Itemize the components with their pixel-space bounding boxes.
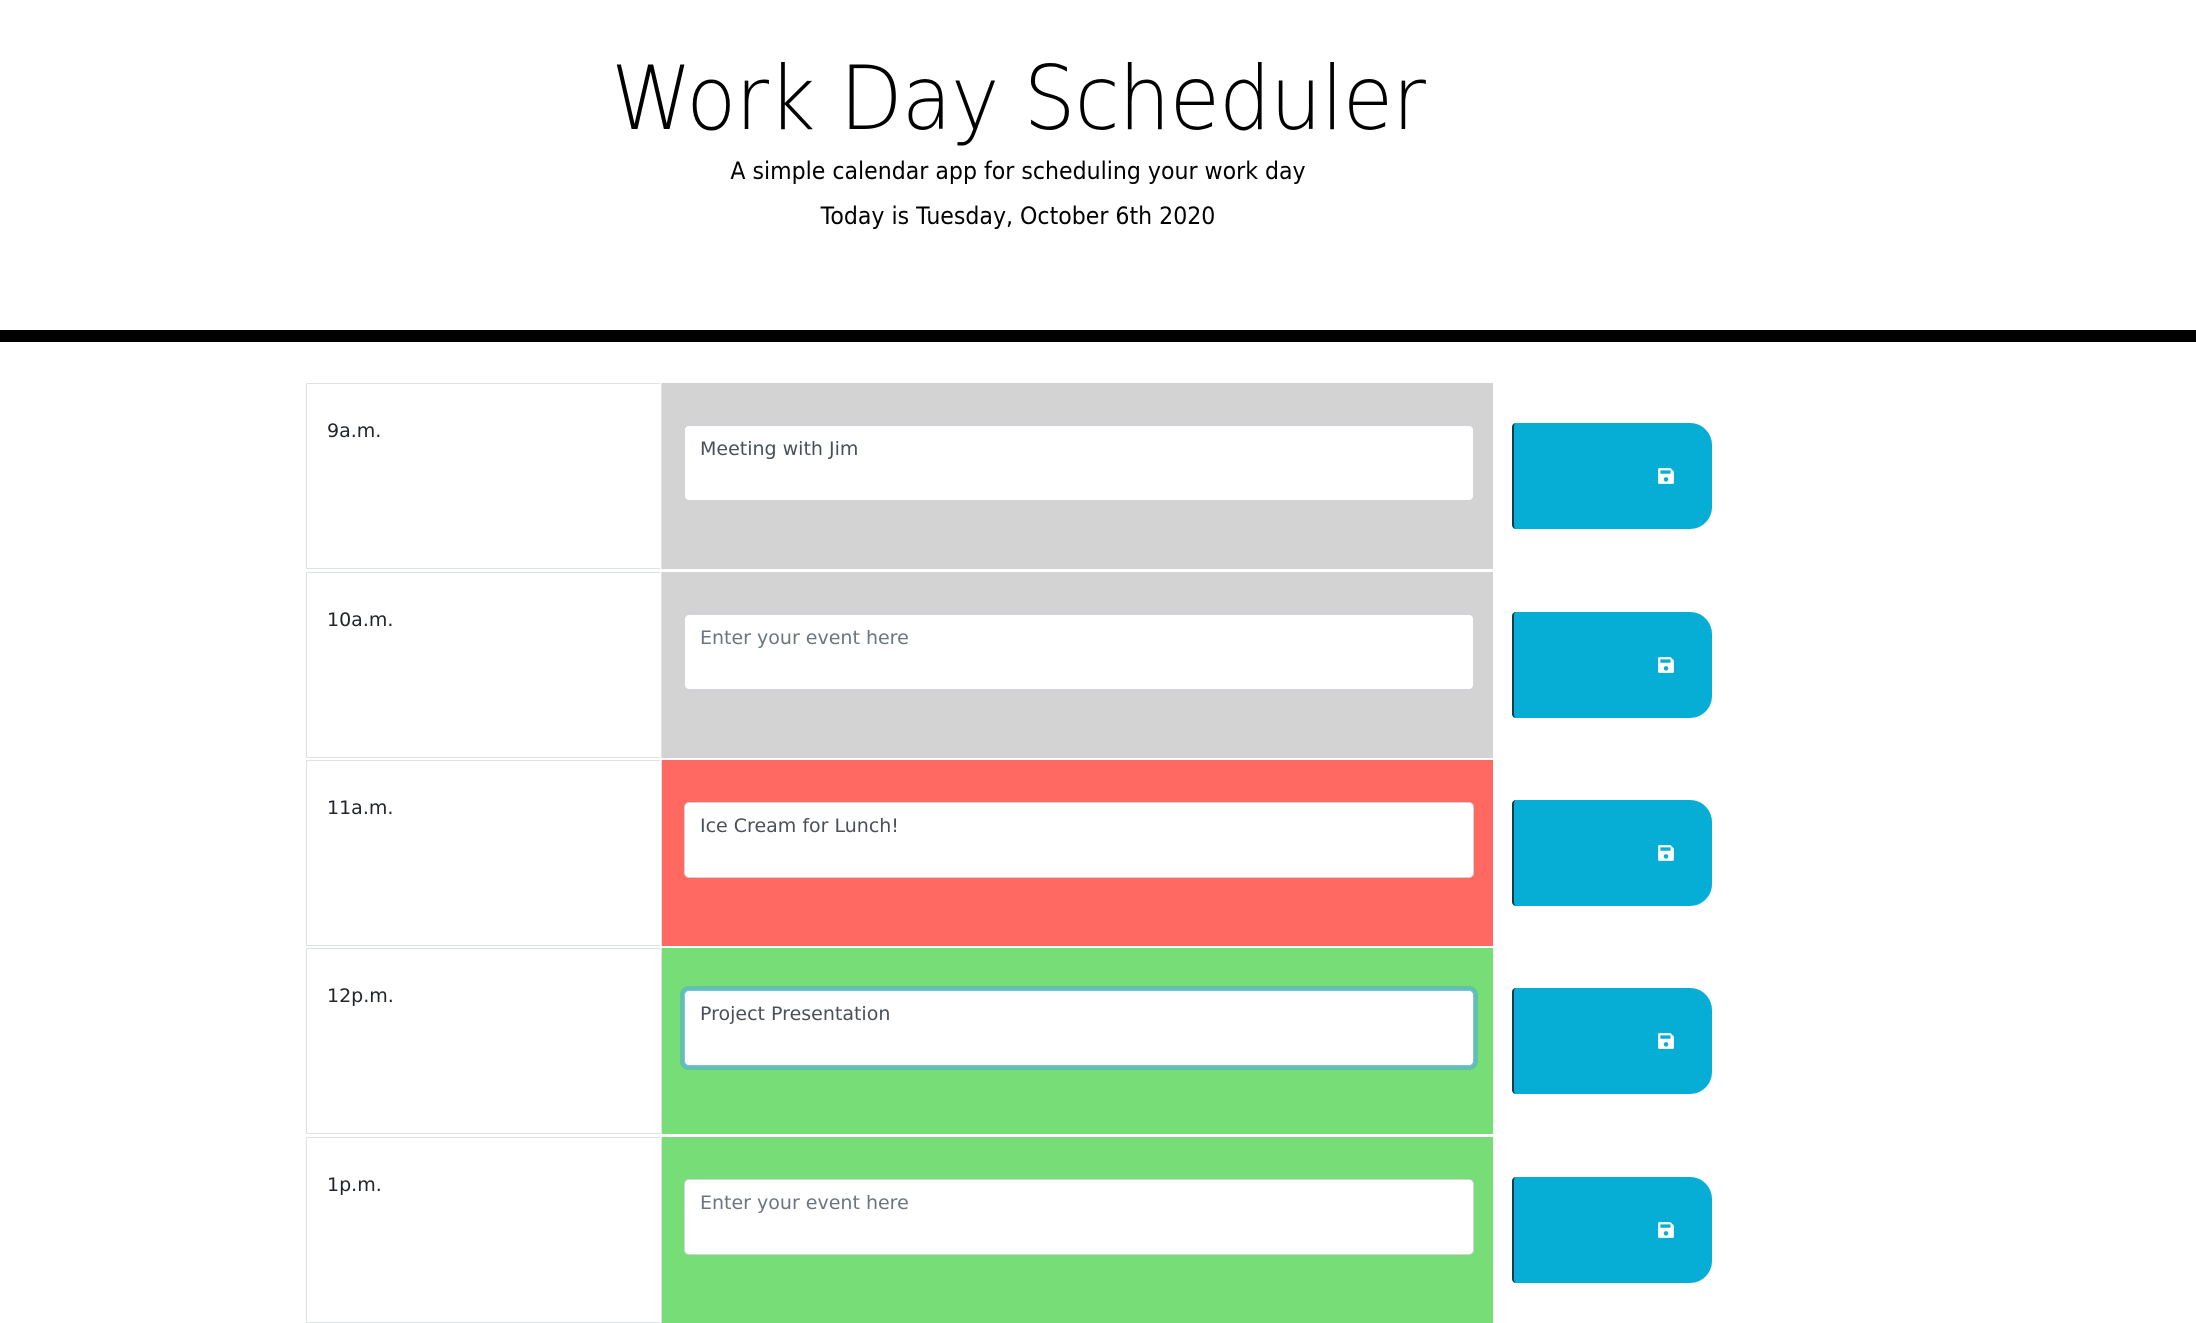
hour-label: 10a.m. xyxy=(327,609,394,631)
time-block-row: 11a.m. xyxy=(306,760,1726,946)
event-cell xyxy=(661,1137,1493,1323)
save-button[interactable] xyxy=(1512,800,1712,906)
page-subtitle: A simple calendar app for scheduling you… xyxy=(730,157,1306,185)
event-cell xyxy=(661,383,1493,569)
header: Work Day Scheduler A simple calendar app… xyxy=(0,0,2036,330)
time-block-row: 10a.m. xyxy=(306,572,1726,758)
save-button[interactable] xyxy=(1512,423,1712,529)
hour-cell: 1p.m. xyxy=(306,1137,660,1323)
event-cell xyxy=(661,760,1493,946)
hour-label: 9a.m. xyxy=(327,420,382,442)
floppy-disk-icon xyxy=(1658,845,1674,861)
event-input[interactable] xyxy=(684,802,1474,878)
hour-cell: 9a.m. xyxy=(306,383,660,569)
event-input[interactable] xyxy=(684,990,1474,1066)
event-input[interactable] xyxy=(684,614,1474,690)
event-cell xyxy=(661,948,1493,1134)
time-block-row: 1p.m. xyxy=(306,1137,1726,1323)
page-title: Work Day Scheduler xyxy=(611,47,1426,150)
floppy-disk-icon xyxy=(1658,1033,1674,1049)
time-block-row: 9a.m. xyxy=(306,383,1726,569)
hour-cell: 10a.m. xyxy=(306,572,660,758)
hour-label: 12p.m. xyxy=(327,985,394,1007)
current-day: Today is Tuesday, October 6th 2020 xyxy=(820,202,1216,230)
hour-label: 1p.m. xyxy=(327,1174,382,1196)
hour-cell: 12p.m. xyxy=(306,948,660,1134)
hour-label: 11a.m. xyxy=(327,797,394,819)
event-input[interactable] xyxy=(684,425,1474,501)
save-button[interactable] xyxy=(1512,1177,1712,1283)
time-block-row: 12p.m. xyxy=(306,948,1726,1134)
save-button[interactable] xyxy=(1512,988,1712,1094)
floppy-disk-icon xyxy=(1658,468,1674,484)
floppy-disk-icon xyxy=(1658,657,1674,673)
save-button[interactable] xyxy=(1512,612,1712,718)
floppy-disk-icon xyxy=(1658,1222,1674,1238)
event-cell xyxy=(661,572,1493,758)
hour-cell: 11a.m. xyxy=(306,760,660,946)
event-input[interactable] xyxy=(684,1179,1474,1255)
header-divider xyxy=(0,330,2196,342)
